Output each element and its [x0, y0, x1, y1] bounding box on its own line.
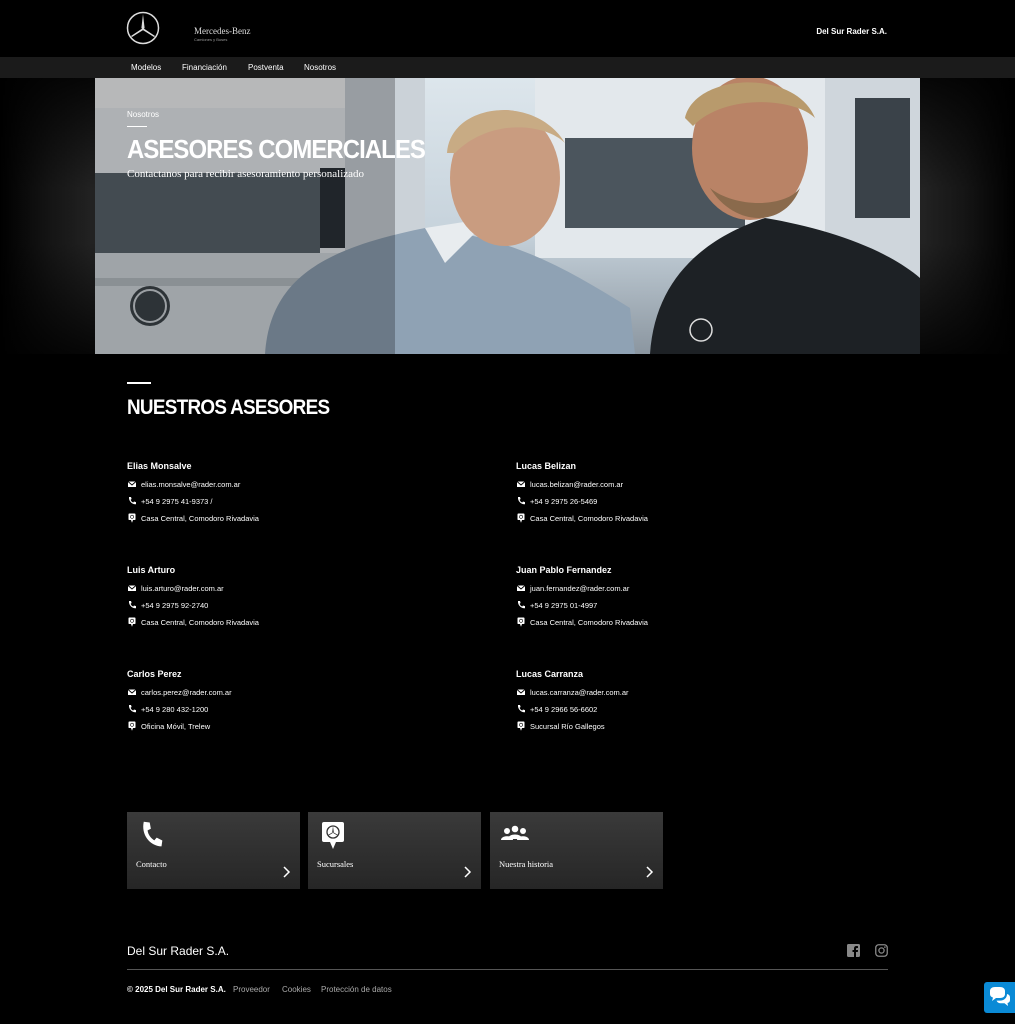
advisor-email-text: lucas.carranza@rader.com.ar [530, 688, 629, 697]
advisor-phone-text: +54 9 2975 41-9373 / [141, 497, 213, 506]
main-nav: Modelos Financiación Postventa Nosotros [0, 57, 1015, 78]
advisor-name: Juan Pablo Fernandez [516, 565, 612, 575]
nav-item-financiacion[interactable]: Financiación [182, 63, 227, 72]
location-pin-icon [322, 822, 344, 849]
phone-icon [143, 821, 163, 847]
advisor-card: Juan Pablo Fernandez juan.fernandez@rader… [516, 565, 876, 645]
phone-icon [517, 601, 525, 609]
advisor-location-text: Casa Central, Comodoro Rivadavia [530, 514, 648, 523]
email-icon [516, 689, 526, 695]
advisor-email-text: carlos.perez@rader.com.ar [141, 688, 232, 697]
hero-banner: Nosotros ASESORES COMERCIALES Contactano… [95, 78, 920, 354]
tile-sucursales[interactable]: Sucursales [308, 812, 481, 889]
advisor-card: Elias Monsalve elias.monsalve@rader.com.a… [127, 461, 487, 541]
footer-link-proveedor[interactable]: Proveedor [233, 985, 270, 994]
phone-icon [128, 601, 136, 609]
mercedes-star-logo-icon[interactable] [126, 11, 160, 45]
advisor-location-text: Casa Central, Comodoro Rivadavia [141, 514, 259, 523]
email-icon [127, 689, 137, 695]
tile-nuestra-historia[interactable]: Nuestra historia [490, 812, 663, 889]
advisor-location-text: Casa Central, Comodoro Rivadavia [530, 618, 648, 627]
location-pin-icon [128, 721, 136, 731]
footer-divider [127, 969, 888, 970]
location-pin-icon [128, 617, 136, 627]
footer-link-proteccion-datos[interactable]: Protección de datos [321, 985, 392, 994]
location-pin-icon [128, 513, 136, 523]
tile-label: Contacto [136, 859, 167, 869]
phone-icon [128, 497, 136, 505]
advisor-phone-text: +54 9 280 432-1200 [141, 705, 209, 714]
advisor-phone-text: +54 9 2966 56-6602 [530, 705, 598, 714]
page-title: ASESORES COMERCIALES [127, 134, 426, 164]
hero-eyebrow: Nosotros [127, 110, 160, 119]
dealer-name: Del Sur Rader S.A. [816, 27, 887, 36]
advisor-name: Lucas Belizan [516, 461, 577, 471]
advisor-phone-text: +54 9 2975 92-2740 [141, 601, 209, 610]
email-icon [516, 585, 526, 591]
people-icon [501, 825, 529, 840]
section-title: NUESTROS ASESORES [127, 396, 330, 419]
advisor-name: Lucas Carranza [516, 669, 584, 679]
phone-icon [517, 705, 525, 713]
brand-name: Mercedes-Benz [194, 26, 251, 36]
hero-eyebrow-divider [127, 126, 147, 127]
location-pin-icon [517, 721, 525, 731]
section-divider [127, 382, 151, 384]
advisor-card: Carlos Perez carlos.perez@rader.com.ar +54… [127, 669, 487, 749]
phone-icon [517, 497, 525, 505]
advisor-card: Lucas Belizan lucas.belizan@rader.com.ar +… [516, 461, 876, 541]
advisor-name: Luis Arturo [127, 565, 176, 575]
location-pin-icon [517, 513, 525, 523]
site-header: Mercedes-Benz Camiones y Buses Del Sur R… [0, 0, 1015, 57]
tile-contacto[interactable]: Contacto [127, 812, 300, 889]
chevron-right-icon [646, 866, 654, 878]
email-icon [127, 585, 137, 591]
email-icon [127, 481, 137, 487]
footer-link-cookies[interactable]: Cookies [282, 985, 311, 994]
footer-company-name: Del Sur Rader S.A. [127, 944, 230, 958]
nav-item-modelos[interactable]: Modelos [131, 63, 161, 72]
tile-label: Nuestra historia [499, 859, 554, 869]
advisor-name: Elias Monsalve [127, 461, 192, 471]
tile-label: Sucursales [317, 859, 354, 869]
hero-image [95, 78, 920, 354]
advisor-phone-text: +54 9 2975 01-4997 [530, 601, 598, 610]
advisor-email-text: luis.arturo@rader.com.ar [141, 584, 224, 593]
brand-subtitle: Camiones y Buses [194, 37, 228, 42]
chat-icon [990, 987, 1010, 1006]
facebook-icon[interactable] [847, 944, 860, 957]
phone-icon [128, 705, 136, 713]
chevron-right-icon [283, 866, 291, 878]
nav-item-postventa[interactable]: Postventa [248, 63, 284, 72]
advisor-card: Luis Arturo luis.arturo@rader.com.ar +54 9… [127, 565, 487, 645]
advisor-location-text: Sucursal Río Gallegos [530, 722, 605, 731]
chevron-right-icon [464, 866, 472, 878]
nav-item-nosotros[interactable]: Nosotros [304, 63, 336, 72]
advisor-phone-text: +54 9 2975 26-5469 [530, 497, 598, 506]
advisor-name: Carlos Perez [127, 669, 182, 679]
advisor-card: Lucas Carranza lucas.carranza@rader.com.a… [516, 669, 876, 749]
instagram-icon[interactable] [875, 944, 888, 957]
email-icon [516, 481, 526, 487]
hero-subtitle: Contactanos para recibir asesoramiento p… [127, 168, 365, 180]
advisor-location-text: Casa Central, Comodoro Rivadavia [141, 618, 259, 627]
advisor-location-text: Oficina Móvil, Trelew [141, 722, 211, 731]
advisor-email-text: juan.fernandez@rader.com.ar [530, 584, 630, 593]
copyright: © 2025 Del Sur Rader S.A. [127, 985, 226, 994]
chat-button[interactable] [984, 982, 1015, 1013]
location-pin-icon [517, 617, 525, 627]
advisor-email-text: elias.monsalve@rader.com.ar [141, 480, 241, 489]
advisor-email-text: lucas.belizan@rader.com.ar [530, 480, 624, 489]
